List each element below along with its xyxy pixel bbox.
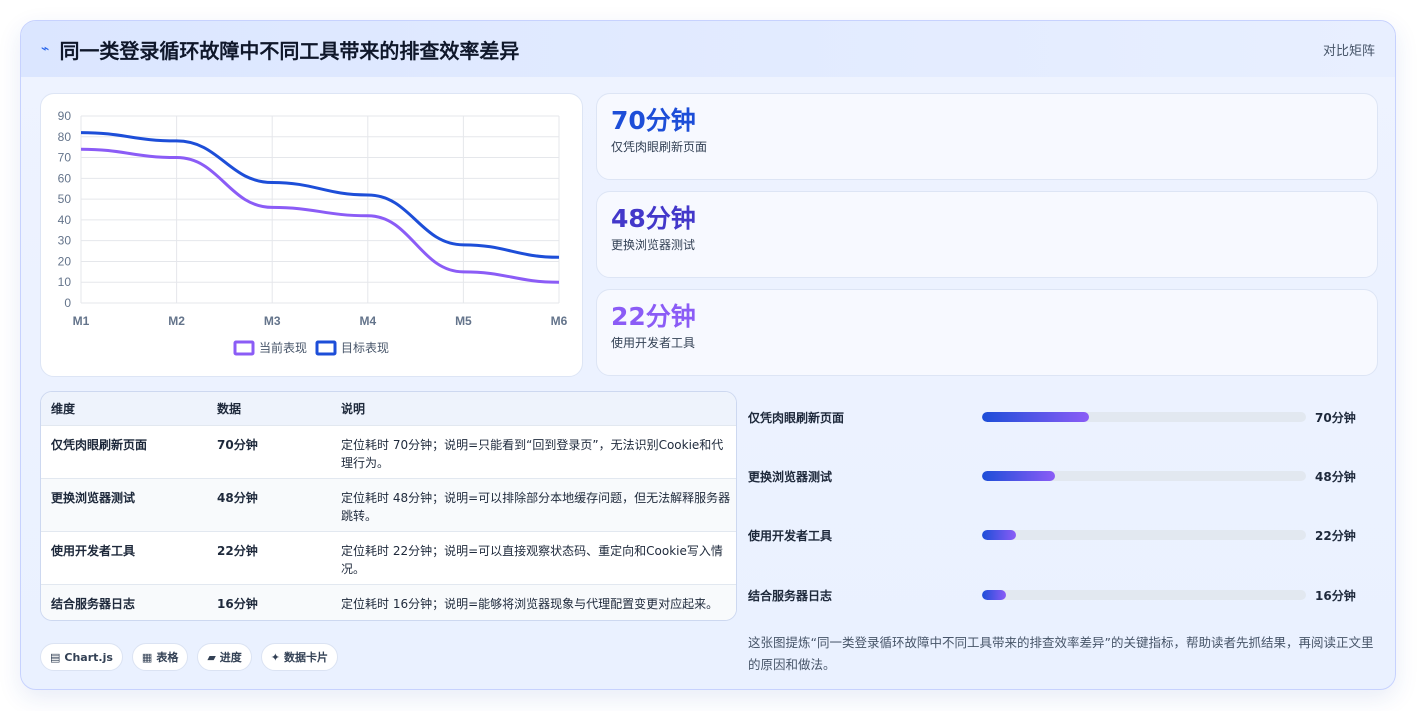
line-chart: 0 10 20 30 40 50 60 70 80 90 M1 M2 M3 M4 M5 M6 当前表现 目标表现 <box>40 93 583 377</box>
table-row: 仅凭肉眼刷新页面 70分钟 定位耗时 70分钟；说明=只能看到“回到登录页”，无… <box>41 426 736 479</box>
progress-label: 仅凭肉眼刷新页面 <box>748 410 845 425</box>
progress-fill <box>982 471 1055 481</box>
y-tick-label: 10 <box>58 275 72 289</box>
table-cell-description: 定位耗时 16分钟；说明=能够将浏览器现象与代理配置变更对应起来。 <box>341 597 719 611</box>
x-tick-label: M5 <box>455 314 472 328</box>
kpi-value: 70分钟 <box>611 106 696 135</box>
chip-label: 表格 <box>156 651 179 664</box>
x-tick-label: M3 <box>264 314 281 328</box>
chip-label: 进度 <box>219 651 242 664</box>
line-chart-svg: 0 10 20 30 40 50 60 70 80 90 M1 M2 M3 M4 M5 M6 当前表现 目标表现 <box>58 109 568 356</box>
column-header: 说明 <box>341 401 366 416</box>
legend-swatch <box>233 340 255 356</box>
chip-data-card[interactable]: ✦ 数据卡片 <box>260 643 339 671</box>
y-tick-label: 0 <box>64 296 71 310</box>
kpi-label: 仅凭肉眼刷新页面 <box>611 140 708 154</box>
progress-label: 结合服务器日志 <box>748 588 833 603</box>
table-cell-description: 定位耗时 48分钟；说明=可以排除部分本地缓存问题，但无法解释服务器跳转。 <box>341 491 731 523</box>
table-cell-dimension: 仅凭肉眼刷新页面 <box>51 438 148 452</box>
progress-value: 22分钟 <box>1315 528 1356 543</box>
legend-swatch <box>315 340 337 356</box>
table-cell-dimension: 使用开发者工具 <box>51 544 136 558</box>
progress-row: 结合服务器日志 16分钟 <box>748 585 1378 605</box>
chip-label: 数据卡片 <box>284 651 329 664</box>
progress-label: 更换浏览器测试 <box>748 469 833 484</box>
table-row: 使用开发者工具 22分钟 定位耗时 22分钟；说明=可以直接观察状态码、重定向和… <box>41 532 736 585</box>
y-tick-label: 30 <box>58 234 72 248</box>
y-tick-label: 20 <box>58 254 72 268</box>
table-row: 更换浏览器测试 48分钟 定位耗时 48分钟；说明=可以排除部分本地缓存问题，但… <box>41 479 736 532</box>
kpi-card: 48分钟 更换浏览器测试 <box>596 191 1378 278</box>
comparison-card: ⌁ 同一类登录循环故障中不同工具带来的排查效率差异 对比矩阵 0 10 20 30 40… <box>20 20 1396 690</box>
chip-chartjs[interactable]: ▤ Chart.js <box>40 643 123 671</box>
y-tick-label: 40 <box>58 213 72 227</box>
column-header: 数据 <box>217 402 242 416</box>
table-cell-data: 22分钟 <box>217 544 258 558</box>
table-row: 结合服务器日志 16分钟 定位耗时 16分钟；说明=能够将浏览器现象与代理配置变… <box>41 585 736 620</box>
progress-track <box>982 412 1306 422</box>
progress-track <box>982 590 1306 600</box>
kpi-label: 更换浏览器测试 <box>611 238 696 252</box>
chip-progress[interactable]: ▰ 进度 <box>197 643 252 671</box>
progress-value: 16分钟 <box>1315 588 1356 603</box>
progress-track <box>982 530 1306 540</box>
y-tick-label: 90 <box>58 109 72 123</box>
series-line <box>80 131 560 259</box>
kpi-label: 使用开发者工具 <box>611 336 696 350</box>
card-tag: 对比矩阵 <box>1322 43 1375 59</box>
progress-value: 48分钟 <box>1315 469 1356 484</box>
table-cell-description: 定位耗时 70分钟；说明=只能看到“回到登录页”，无法识别Cookie和代理行为… <box>341 438 724 470</box>
series-line <box>80 147 560 284</box>
table-header-row: 维度 数据 说明 <box>41 392 736 426</box>
table-cell-dimension: 更换浏览器测试 <box>51 491 136 505</box>
table-cell-data: 16分钟 <box>217 597 258 611</box>
legend-label: 当前表现 <box>259 340 307 355</box>
table-cell-description: 定位耗时 22分钟；说明=可以直接观察状态码、重定向和Cookie写入情况。 <box>341 544 723 576</box>
progress-fill <box>982 412 1089 422</box>
progress-fill <box>982 590 1007 600</box>
sparkle-icon: ✦ <box>270 650 281 664</box>
progress-value: 70分钟 <box>1315 410 1356 425</box>
progress-icon: ▰ <box>207 650 216 664</box>
data-table: 维度 数据 说明 仅凭肉眼刷新页面 70分钟 定位耗时 70分钟；说明=只能看到… <box>40 391 737 621</box>
x-tick-label: M6 <box>551 314 568 328</box>
y-tick-label: 70 <box>58 151 72 165</box>
trend-icon: ⌁ <box>41 41 50 57</box>
kpi-card: 70分钟 仅凭肉眼刷新页面 <box>596 93 1378 180</box>
x-tick-label: M1 <box>73 314 90 328</box>
chip-label: Chart.js <box>64 650 113 664</box>
legend-label: 目标表现 <box>341 341 389 355</box>
kpi-value: 48分钟 <box>611 204 696 233</box>
bar-chart-icon: ▤ <box>50 650 61 664</box>
y-tick-label: 80 <box>58 130 72 144</box>
table-icon: ▦ <box>141 650 153 664</box>
chip-row: ▤ Chart.js ▦ 表格 ▰ 进度 ✦ 数据卡片 <box>40 643 339 671</box>
progress-fill <box>982 530 1017 540</box>
x-tick-label: M2 <box>168 314 185 328</box>
progress-row: 使用开发者工具 22分钟 <box>748 525 1378 545</box>
progress-row: 仅凭肉眼刷新页面 70分钟 <box>748 407 1378 427</box>
progress-track <box>982 471 1306 481</box>
card-title: 同一类登录循环故障中不同工具带来的排查效率差异 <box>59 38 520 63</box>
table-cell-data: 70分钟 <box>217 438 258 452</box>
chip-table[interactable]: ▦ 表格 <box>131 643 189 671</box>
progress-row: 更换浏览器测试 48分钟 <box>748 466 1378 486</box>
table-cell-data: 48分钟 <box>217 491 258 505</box>
summary-note: 这张图提炼“同一类登录循环故障中不同工具带来的排查效率差异”的关键指标，帮助读者… <box>748 635 1374 672</box>
x-tick-label: M4 <box>359 314 376 328</box>
table-cell-dimension: 结合服务器日志 <box>51 597 136 611</box>
kpi-value: 22分钟 <box>611 302 696 331</box>
kpi-card: 22分钟 使用开发者工具 <box>596 289 1378 376</box>
progress-label: 使用开发者工具 <box>748 528 833 543</box>
column-header: 维度 <box>51 402 76 416</box>
y-tick-label: 50 <box>58 192 72 206</box>
y-tick-label: 60 <box>58 171 72 185</box>
card-header: ⌁ 同一类登录循环故障中不同工具带来的排查效率差异 对比矩阵 <box>21 21 1395 77</box>
